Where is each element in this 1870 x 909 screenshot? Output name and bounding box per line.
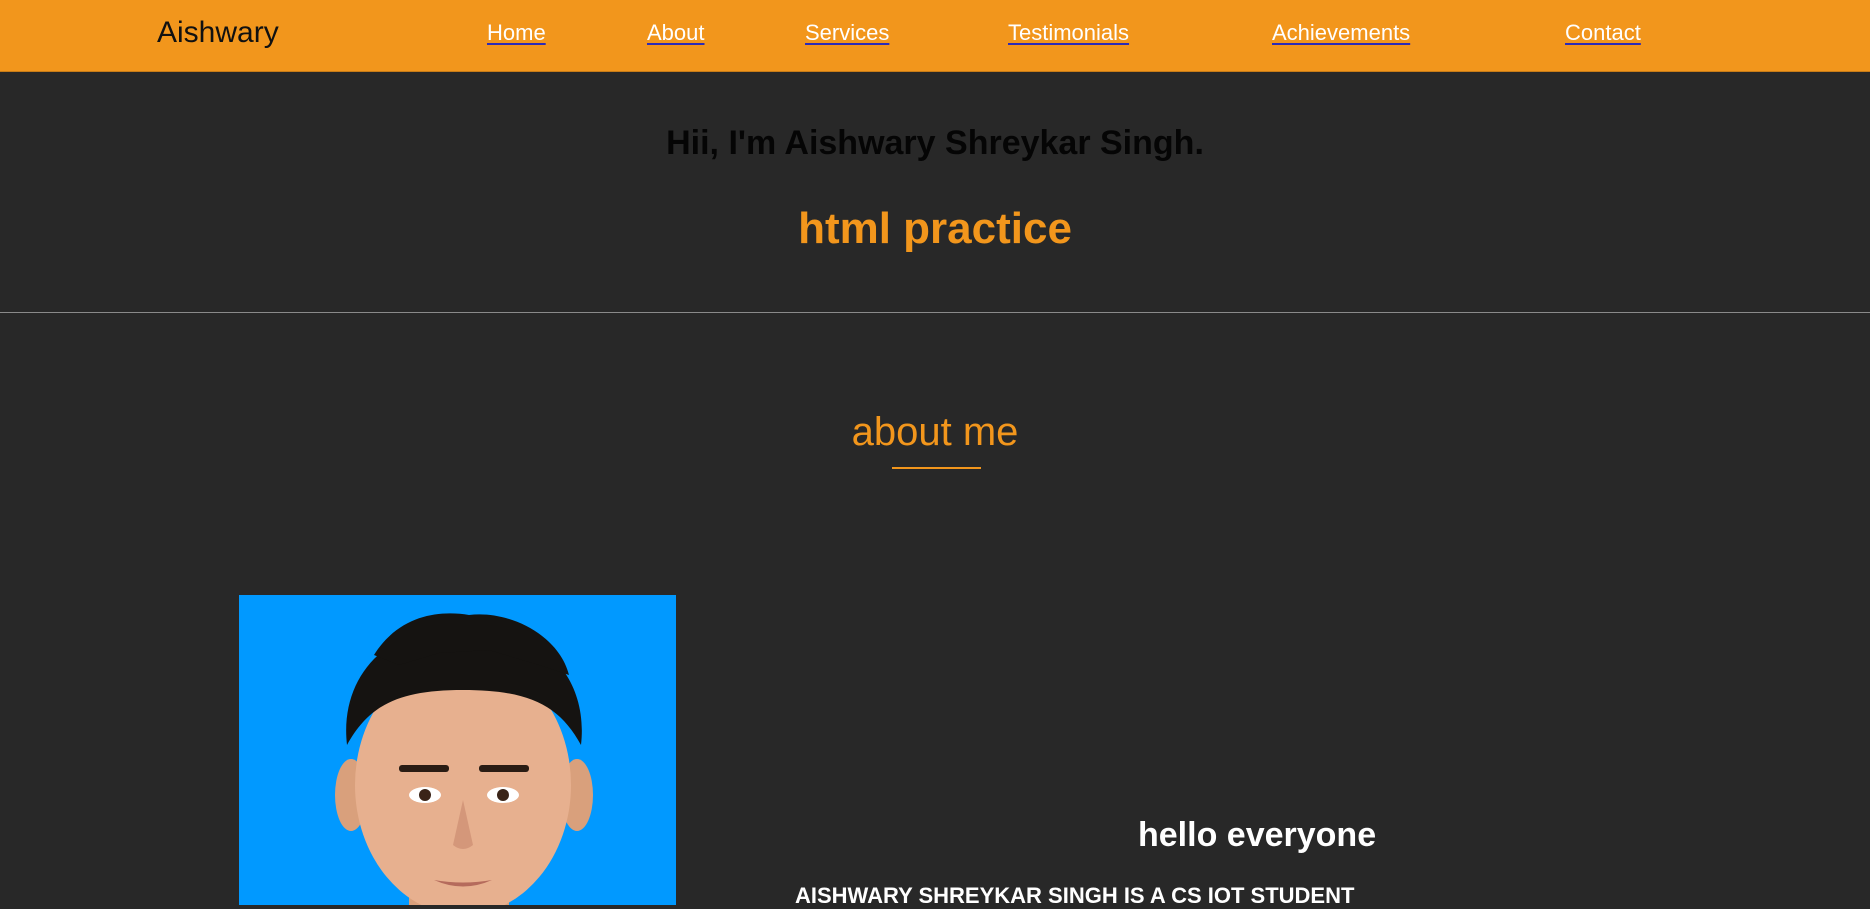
nav-link-about[interactable]: About (647, 20, 705, 46)
hero-tagline: html practice (798, 204, 1072, 253)
profile-photo (239, 595, 676, 905)
navbar: Aishwary Home About Services Testimonial… (0, 0, 1870, 72)
about-heading-underline (892, 467, 981, 469)
nav-link-testimonials[interactable]: Testimonials (1008, 20, 1129, 46)
nav-link-services[interactable]: Services (805, 20, 889, 46)
nav-link-contact[interactable]: Contact (1565, 20, 1641, 46)
nav-link-home[interactable]: Home (487, 20, 546, 46)
nav-link-achievements[interactable]: Achievements (1272, 20, 1410, 46)
about-description: AISHWARY SHREYKAR SINGH IS A CS IOT STUD… (795, 883, 1355, 908)
section-divider (0, 312, 1870, 313)
hero-section: Hii, I'm Aishwary Shreykar Singh. html p… (0, 72, 1870, 312)
hero-greeting: Hii, I'm Aishwary Shreykar Singh. (666, 124, 1204, 162)
about-heading: about me (851, 410, 1019, 454)
about-hello: hello everyone (1138, 816, 1377, 854)
brand-logo[interactable]: Aishwary (157, 16, 279, 50)
profile-photo-icon (239, 595, 676, 905)
